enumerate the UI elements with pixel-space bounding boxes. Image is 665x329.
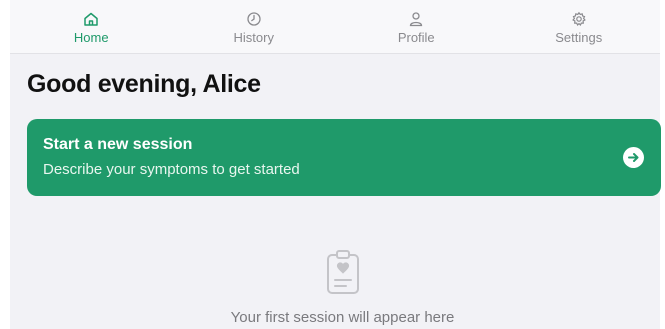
tab-home-label: Home <box>73 30 109 45</box>
arrow-right-circle-icon <box>623 147 644 168</box>
left-edge <box>0 0 10 329</box>
tab-profile-label: Profile <box>397 30 435 45</box>
gear-icon <box>571 11 587 27</box>
tab-profile[interactable]: Profile <box>335 0 498 53</box>
tab-settings[interactable]: Settings <box>498 0 661 53</box>
tab-home[interactable]: Home <box>10 0 173 53</box>
tab-bar: Home History Profile Settings <box>10 0 660 54</box>
clipboard-heart-icon <box>326 249 360 295</box>
start-session-title: Start a new session <box>43 136 193 153</box>
empty-state-text: Your first session will appear here <box>230 309 455 326</box>
person-icon <box>408 11 424 27</box>
clock-icon <box>246 11 262 27</box>
tab-settings-label: Settings <box>555 30 603 45</box>
start-session-button[interactable]: Start a new session Describe your sympto… <box>27 119 661 196</box>
tab-history-label: History <box>233 30 274 45</box>
app-window: Home History Profile Settings Good eveni… <box>0 0 665 329</box>
greeting-title: Good evening, Alice <box>27 70 261 98</box>
tab-history[interactable]: History <box>173 0 336 53</box>
start-session-subtitle: Describe your symptoms to get started <box>43 161 300 178</box>
home-icon <box>83 11 99 27</box>
